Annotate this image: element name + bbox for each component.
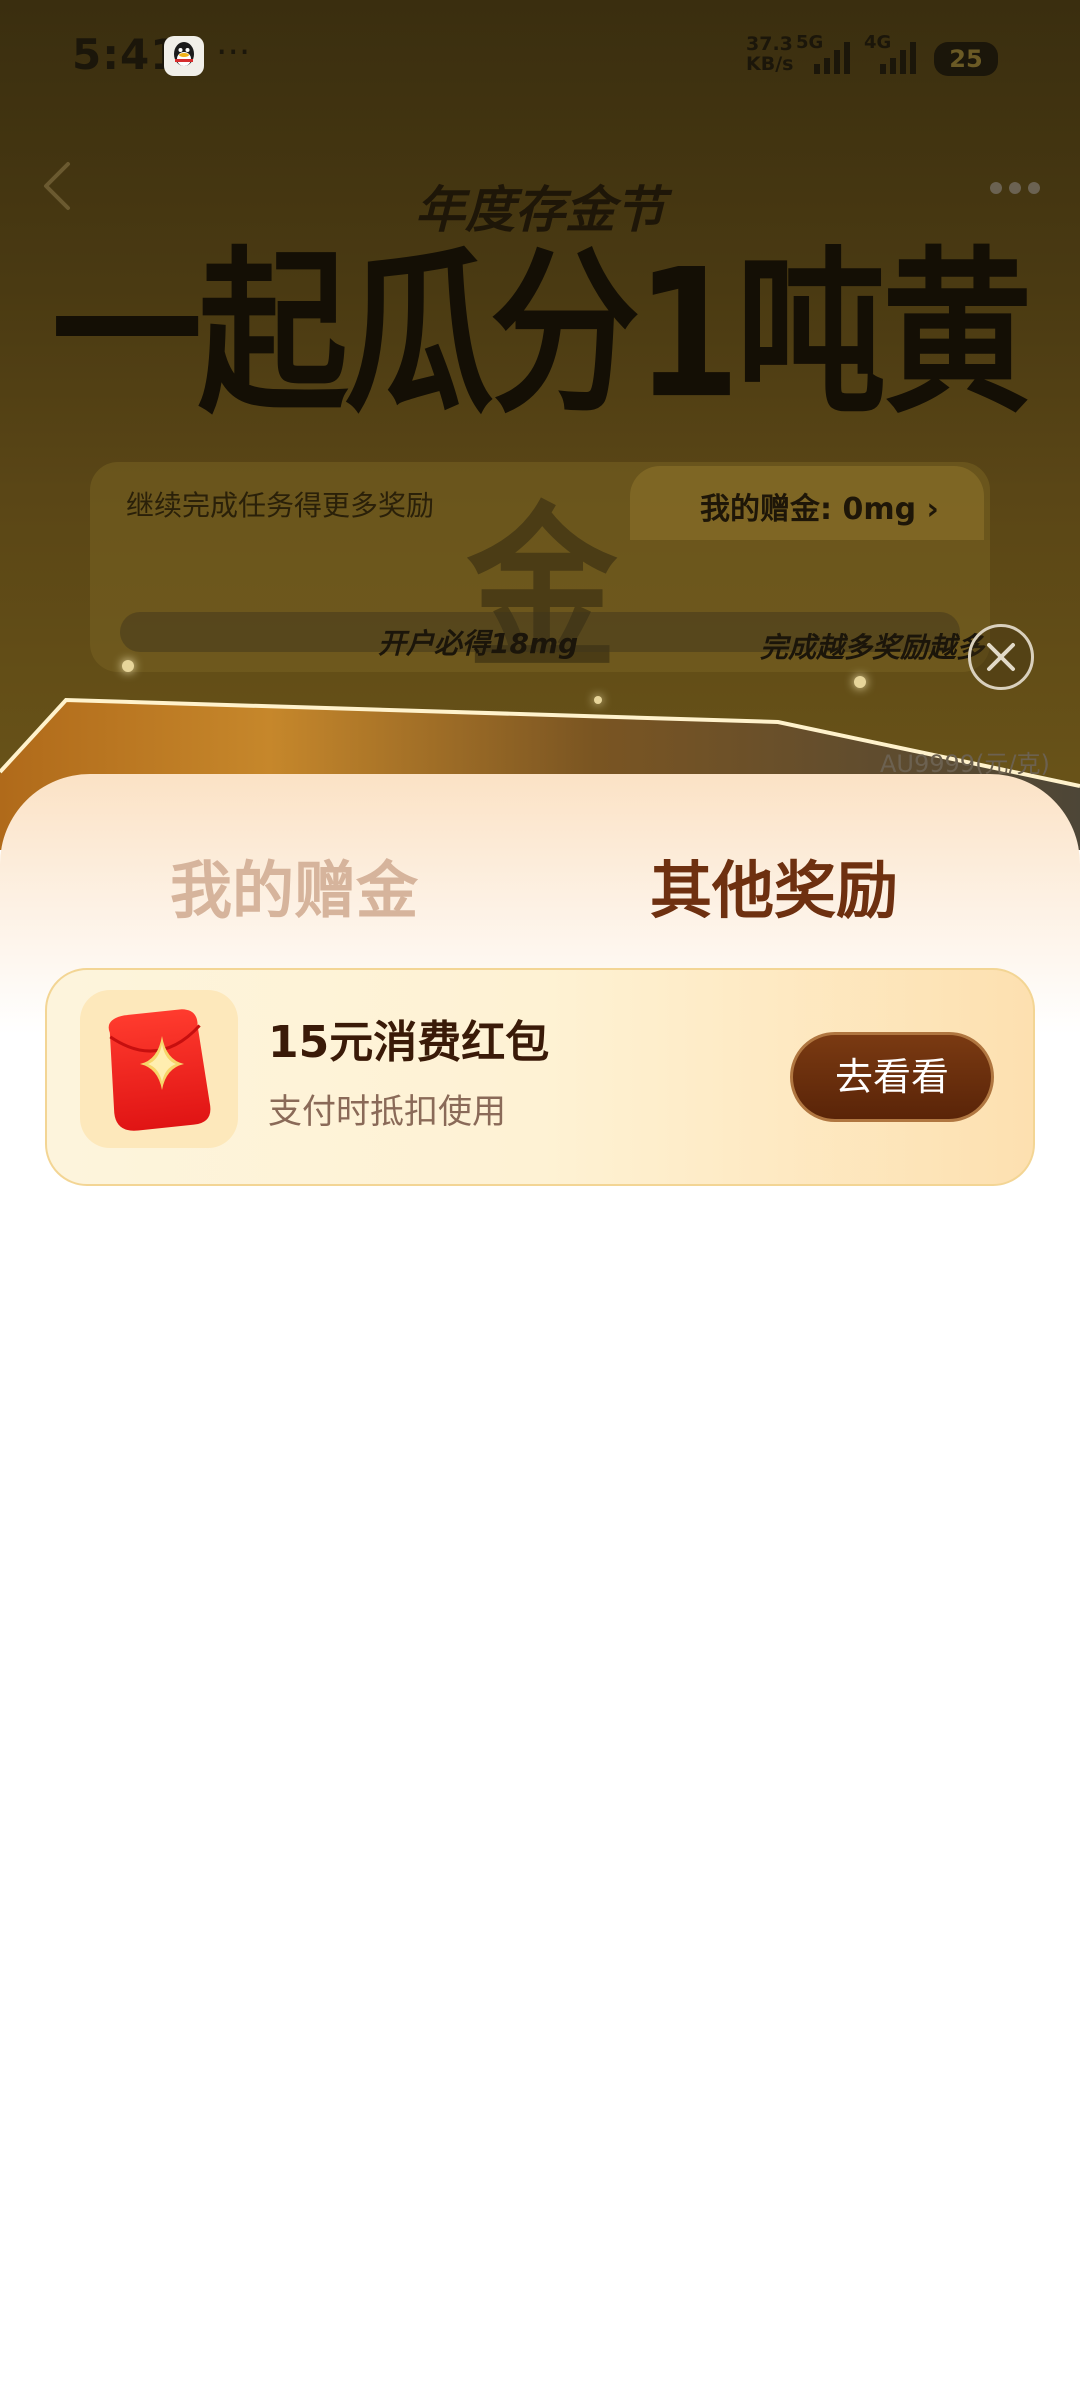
battery-indicator: 25 — [934, 42, 998, 76]
sparkle — [122, 660, 134, 672]
network-speed-value: 37.3 — [746, 33, 793, 55]
reward-description: 支付时抵扣使用 — [268, 1092, 506, 1132]
network-speed: 37.3 KB/s — [746, 34, 793, 74]
signal-4g-icon — [880, 34, 916, 74]
reward-title: 15元消费红包 — [268, 1017, 550, 1068]
tab-my-gift[interactable]: 我的赠金 — [170, 840, 418, 930]
notification-more-icon: ··· — [216, 32, 251, 73]
qq-app-icon — [164, 36, 204, 76]
close-button[interactable] — [968, 624, 1034, 690]
milestone-label-2: 完成越多奖励越多 — [760, 631, 985, 664]
view-reward-button[interactable]: 去看看 — [790, 1032, 994, 1122]
my-gift-summary[interactable]: 我的赠金: 0mg › — [700, 484, 939, 528]
network-speed-unit: KB/s — [746, 53, 794, 75]
tab-other-rewards[interactable]: 其他奖励 — [650, 840, 898, 930]
red-envelope-icon — [80, 990, 238, 1148]
task-hint: 继续完成任务得更多奖励 — [126, 489, 435, 522]
sparkle — [854, 676, 866, 688]
status-bar: 5:41 ··· 37.3 KB/s 5G 4G 25 — [0, 0, 1080, 120]
signal-5g-icon — [814, 34, 850, 74]
close-icon — [987, 643, 1015, 671]
milestone-label-1: 开户必得18mg — [378, 627, 579, 660]
